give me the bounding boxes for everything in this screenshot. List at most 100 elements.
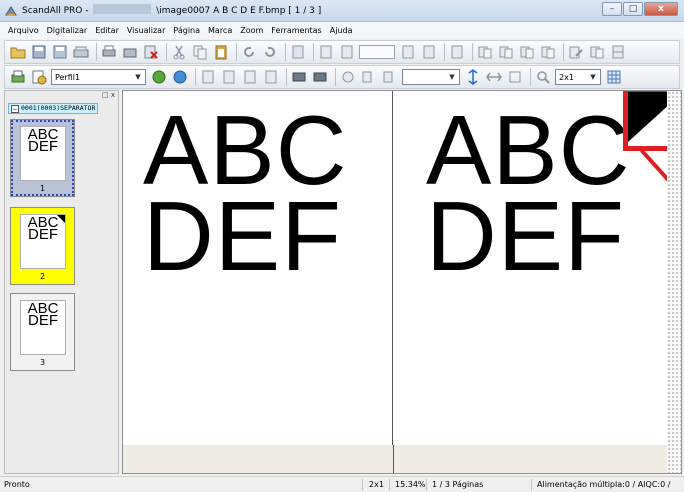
fit-height-button[interactable] — [464, 68, 482, 86]
menu-ferramentas[interactable]: Ferramentas — [267, 26, 325, 35]
page-properties-button[interactable] — [289, 43, 307, 61]
status-divider — [531, 479, 532, 491]
thumbnail-page-3[interactable]: ABC DEF 3 — [10, 293, 75, 371]
save-as-icon — [53, 45, 67, 59]
scan-to-file-button[interactable] — [9, 68, 27, 86]
view-layout-select[interactable]: 2x1 ▼ — [555, 69, 601, 85]
close-button[interactable]: x — [644, 2, 678, 16]
thumbnail-page-1[interactable]: ABC DEF 1 — [10, 119, 75, 197]
title-prefix: ScandAll PRO - — [22, 6, 89, 16]
rotate-right-button[interactable] — [261, 43, 279, 61]
insert-page-button[interactable] — [448, 43, 466, 61]
chevron-down-icon: ▼ — [590, 73, 596, 81]
edit-page-button[interactable] — [567, 43, 585, 61]
thumbnail-panel: □ x – 0001(0003)SEPARATOR ABC DEF 1 ABC … — [4, 90, 119, 474]
minimize-button[interactable]: – — [602, 2, 622, 16]
panel-controls[interactable]: □ x — [5, 91, 118, 101]
scan-profile-button[interactable] — [150, 68, 168, 86]
image-tool-button[interactable] — [339, 68, 357, 86]
scan-button[interactable] — [72, 43, 90, 61]
save-as-button[interactable] — [51, 43, 69, 61]
mark-prev-button[interactable] — [338, 43, 356, 61]
move-page-1-button[interactable] — [476, 43, 494, 61]
menu-arquivo[interactable]: Arquivo — [4, 26, 43, 35]
paste-button[interactable] — [212, 43, 230, 61]
zoom-button[interactable] — [534, 68, 552, 86]
batch-scan-icon — [313, 72, 327, 82]
separator-label: 0001(0003)SEPARATOR — [21, 104, 96, 112]
move-page-2-button[interactable] — [497, 43, 515, 61]
profile-settings-button[interactable] — [30, 68, 48, 86]
printer-green-icon — [11, 70, 25, 83]
fit-width-button[interactable] — [485, 68, 503, 86]
move-page-4-button[interactable] — [539, 43, 557, 61]
move-page-3-button[interactable] — [518, 43, 536, 61]
page-tool-icon — [202, 70, 214, 84]
profile-select[interactable]: Perfil1 ▼ — [51, 69, 146, 85]
thumbnail-image: ABC DEF — [20, 126, 66, 181]
toolbar-separator — [472, 43, 473, 61]
document-view[interactable]: ABC DEF ABC DEF — [122, 90, 682, 474]
save-button[interactable] — [30, 43, 48, 61]
status-feed: Alimentação múltipla:0 / AIQC:0 / — [537, 480, 671, 489]
document-page-1[interactable]: ABC DEF — [123, 91, 393, 445]
page-tool-3-button[interactable] — [241, 68, 259, 86]
thumbnail-number: 1 — [39, 184, 46, 193]
toolbar-separator — [96, 43, 97, 61]
maximize-button[interactable]: □ — [623, 2, 643, 16]
batch-scan-icon — [292, 72, 306, 82]
status-page-count: 1 / 3 Páginas — [432, 480, 484, 489]
rotate-left-button[interactable] — [240, 43, 258, 61]
toolbar-separator — [286, 68, 287, 86]
thumbnail-image: ABC DEF — [20, 300, 66, 355]
merge-icon — [362, 71, 372, 83]
page-divider — [393, 445, 394, 473]
open-folder-button[interactable] — [9, 43, 27, 61]
menu-visualizar[interactable]: Visualizar — [123, 26, 170, 35]
mark-first-button[interactable] — [317, 43, 335, 61]
menu-marca[interactable]: Marca — [204, 26, 236, 35]
mark-next-button[interactable] — [399, 43, 417, 61]
toolbar-separator — [195, 68, 196, 86]
batch-scan-button[interactable] — [290, 68, 308, 86]
menu-bar: Arquivo Digitalizar Editar Visualizar Pá… — [0, 22, 684, 39]
separator-tag[interactable]: – 0001(0003)SEPARATOR — [8, 103, 99, 114]
thumbnail-number: 2 — [39, 272, 46, 281]
cut-button[interactable] — [170, 43, 188, 61]
delete-page-button[interactable] — [142, 43, 160, 61]
split-page-button[interactable] — [609, 43, 627, 61]
merge-2-button[interactable] — [381, 68, 399, 86]
toolbar-separator — [563, 43, 564, 61]
thumbnail-page-2[interactable]: ABC DEF 2 — [10, 207, 75, 285]
thumbnail-image: ABC DEF — [20, 214, 66, 269]
mark-last-button[interactable] — [420, 43, 438, 61]
toolbar-separator — [530, 68, 531, 86]
scrollbar-track[interactable] — [667, 91, 681, 473]
page-range-select[interactable]: ▼ — [402, 69, 460, 85]
scan-profile-2-button[interactable] — [171, 68, 189, 86]
copy-page-button[interactable] — [588, 43, 606, 61]
menu-digitalizar[interactable]: Digitalizar — [43, 26, 92, 35]
scanner-settings-icon — [123, 48, 137, 58]
page-tool-4-button[interactable] — [262, 68, 280, 86]
profile-settings-icon — [32, 70, 47, 85]
menu-pagina[interactable]: Página — [169, 26, 204, 35]
print-button[interactable] — [100, 43, 118, 61]
batch-scan-2-button[interactable] — [311, 68, 329, 86]
page-tool-2-button[interactable] — [220, 68, 238, 86]
scan-settings-button[interactable] — [121, 43, 139, 61]
main-toolbar — [4, 40, 680, 64]
menu-editar[interactable]: Editar — [91, 26, 123, 35]
collapse-toggle[interactable]: – — [11, 104, 19, 113]
rotate-left-icon — [244, 47, 254, 57]
fit-page-button[interactable] — [506, 68, 524, 86]
page-tool-1-button[interactable] — [199, 68, 217, 86]
menu-zoom[interactable]: Zoom — [236, 26, 267, 35]
grid-view-button[interactable] — [605, 68, 623, 86]
merge-1-button[interactable] — [360, 68, 378, 86]
move-page-icon — [541, 46, 555, 59]
copy-icon — [193, 45, 207, 60]
menu-ajuda[interactable]: Ajuda — [326, 26, 357, 35]
redacted-path — [93, 4, 152, 14]
copy-button[interactable] — [191, 43, 209, 61]
